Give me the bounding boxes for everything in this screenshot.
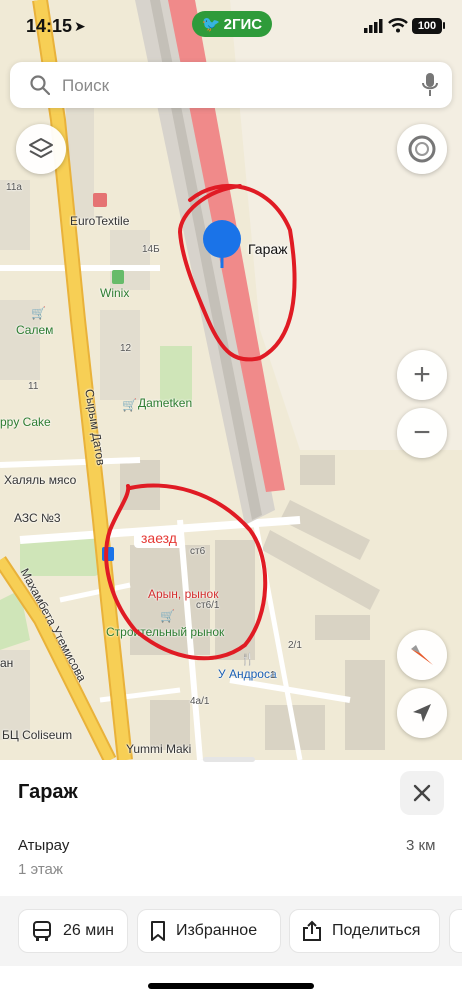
brand-logo-icon: 🐦: [201, 16, 221, 33]
north-compass-button[interactable]: [397, 630, 447, 680]
battery-icon: 100: [412, 18, 442, 34]
search-placeholder: Поиск: [62, 76, 110, 95]
pin-label[interactable]: Гараж: [248, 241, 288, 257]
share-button[interactable]: Поделиться: [289, 909, 440, 953]
navigation-arrow-icon: [413, 704, 431, 722]
place-title: Гараж: [18, 781, 78, 803]
compass-ring-icon: [408, 135, 436, 163]
route-transit-button[interactable]: 26 мин: [18, 909, 128, 953]
search-input[interactable]: Поиск: [10, 62, 452, 108]
annotation-circle-bottom: [104, 483, 268, 661]
share-icon: [303, 920, 321, 941]
more-actions-button[interactable]: [449, 909, 462, 953]
wifi-icon: [388, 18, 408, 33]
location-arrow-icon: ➤: [74, 18, 86, 34]
share-label: Поделиться: [332, 922, 421, 939]
zoom-out-button[interactable]: −: [397, 408, 447, 458]
layers-icon: [29, 138, 53, 158]
place-city: Атырау: [18, 837, 70, 854]
compass-needle-icon: [411, 645, 433, 665]
close-button[interactable]: [400, 771, 444, 815]
location-pin-icon[interactable]: [201, 220, 243, 272]
signal-icon: [364, 19, 383, 33]
status-bar: 14:15 ➤ 🐦 2ГИС 100: [0, 0, 462, 52]
brand-badge[interactable]: 🐦 2ГИС: [192, 11, 272, 37]
bus-icon: [33, 921, 51, 941]
favorites-button[interactable]: Избранное: [137, 909, 281, 953]
favorites-label: Избранное: [176, 922, 258, 939]
map-view[interactable]: 11а EuroTextile 14Б Winix Салем 12 11 Дa…: [0, 0, 462, 760]
entry-label: заезд: [134, 528, 184, 548]
bookmark-icon: [151, 921, 165, 941]
zoom-in-button[interactable]: +: [397, 350, 447, 400]
place-floor: 1 этаж: [18, 861, 63, 878]
transit-time: 26 мин: [63, 922, 115, 939]
minus-icon: −: [413, 416, 431, 449]
brand-name: 2ГИС: [223, 15, 263, 33]
place-distance: 3 км: [406, 837, 436, 854]
my-location-button[interactable]: [397, 688, 447, 738]
microphone-icon[interactable]: [422, 73, 438, 97]
search-icon: [30, 75, 50, 95]
battery-tip: [443, 22, 445, 29]
annotation-circle-top: [177, 184, 297, 362]
plus-icon: +: [413, 358, 431, 391]
close-icon: [413, 784, 431, 802]
sheet-grabber[interactable]: [203, 757, 255, 762]
home-indicator: [148, 983, 314, 989]
clock: 14:15: [26, 16, 73, 36]
compass-ring-button[interactable]: [397, 124, 447, 174]
layers-button[interactable]: [16, 124, 66, 174]
annotation-layer: [104, 184, 297, 661]
